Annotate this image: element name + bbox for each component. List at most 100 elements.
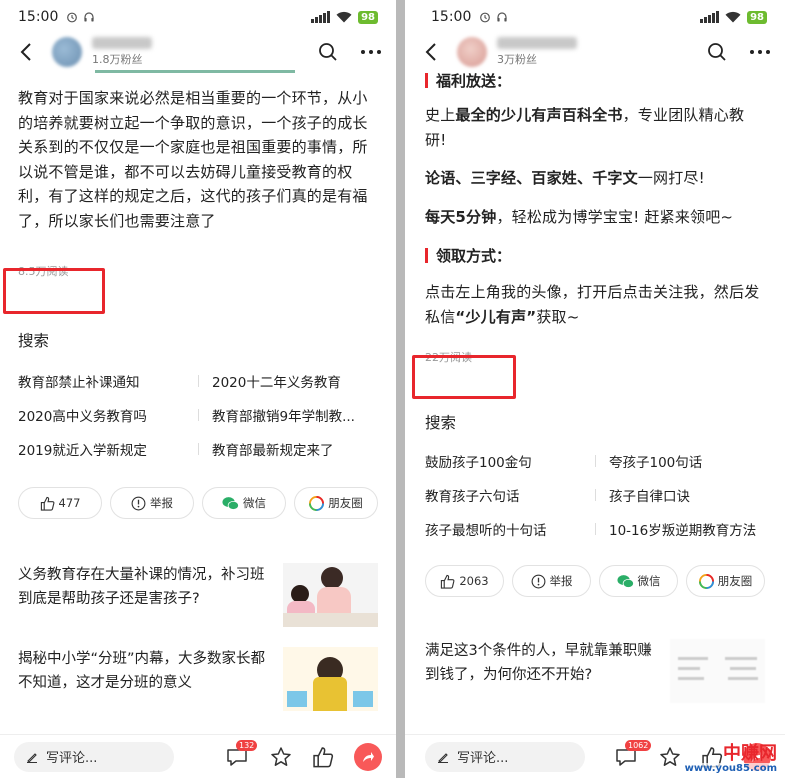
back-icon[interactable] (419, 40, 443, 64)
like-count: 477 (58, 496, 81, 510)
search-icon[interactable] (318, 42, 338, 62)
watermark: 中赚网 www.you85.com (684, 743, 777, 774)
search-suggestion[interactable]: 孩子最想听的十句话 (425, 519, 595, 539)
search-suggestions: 教育部禁止补课通知 2020十二年义务教育 2020高中义务教育吗 教育部撤销9… (18, 371, 378, 459)
alarm-icon (480, 12, 491, 23)
thumbs-up-icon[interactable] (312, 746, 334, 768)
recommended-article-thumbnail (283, 563, 378, 627)
moments-icon (309, 495, 325, 511)
comment-count-badge: 1062 (625, 739, 652, 751)
wechat-label: 微信 (637, 574, 661, 588)
recommended-article[interactable]: 揭秘中小学“分班”内幕，大多数家长都不知道，这才是分班的意义 (18, 647, 378, 711)
report-button[interactable]: 举报 (110, 487, 194, 519)
search-suggestion[interactable]: 夸孩子100句话 (595, 451, 765, 471)
search-suggestion[interactable]: 10-16岁叛逆期教育方法 (595, 519, 765, 539)
search-suggestion[interactable]: 孩子自律口诀 (595, 485, 765, 505)
article-paragraph: 教育对于国家来说必然是相当重要的一个环节，从小的培养就要树立起一个争取的意识，一… (18, 89, 368, 230)
more-icon[interactable] (360, 49, 382, 55)
search-section-title: 搜索 (18, 332, 50, 350)
battery-icon: 98 (747, 10, 767, 24)
signal-icon (700, 11, 720, 23)
like-button[interactable]: 2063 (425, 565, 504, 597)
author-avatar[interactable] (457, 37, 487, 67)
author-avatar[interactable] (52, 37, 82, 67)
battery-icon: 98 (358, 10, 378, 24)
report-label: 举报 (549, 574, 573, 588)
search-suggestion[interactable]: 鼓励孩子100金句 (425, 451, 595, 471)
report-icon (131, 496, 146, 510)
search-suggestion[interactable]: 教育部禁止补课通知 (18, 371, 198, 391)
article-header: 1.8万粉丝 (0, 34, 396, 70)
section-heading: 福利放送： (425, 70, 765, 91)
like-button[interactable]: 477 (18, 487, 102, 519)
article-actions: 477 举报 微信 朋友圈 (18, 487, 378, 519)
article-paragraph: 点击左上角我的头像，打开后点击关注我，然后发私信“少儿有声”获取~ (425, 283, 760, 326)
author-name-blurred (497, 37, 577, 49)
search-suggestion[interactable]: 教育部撤销9年学制教... (198, 405, 378, 425)
search-suggestion[interactable]: 教育部最新规定来了 (198, 439, 378, 459)
search-icon[interactable] (707, 42, 727, 62)
search-suggestion[interactable]: 2019就近入学新规定 (18, 439, 198, 459)
more-icon[interactable] (749, 49, 771, 55)
signal-icon (311, 11, 331, 23)
headset-icon (84, 12, 94, 22)
star-icon[interactable] (270, 746, 292, 768)
wechat-share-button[interactable]: 微信 (202, 487, 286, 519)
moments-label: 朋友圈 (328, 496, 363, 510)
pen-icon (27, 752, 37, 763)
bottom-bar: 写评论... 132 (0, 734, 396, 778)
highlight-box (412, 355, 516, 399)
right-phone-screen: 15:00 98 3万粉丝 福利放送： 史上最全的少儿有声百科全书，专业团队精心… (405, 0, 785, 778)
share-icon (363, 751, 374, 762)
wechat-share-button[interactable]: 微信 (599, 565, 678, 597)
moments-share-button[interactable]: 朋友圈 (686, 565, 765, 597)
section-heading: 领取方式： (425, 245, 765, 266)
report-button[interactable]: 举报 (512, 565, 591, 597)
recommended-article[interactable]: 义务教育存在大量补课的情况，补习班到底是帮助孩子还是害孩子? (18, 563, 378, 627)
comment-input[interactable]: 写评论... (14, 741, 174, 772)
headset-icon (497, 12, 507, 22)
article-actions: 2063 举报 微信 朋友圈 (425, 565, 765, 597)
image-edge (95, 70, 295, 73)
recommended-article-thumbnail (283, 647, 378, 711)
author-info[interactable]: 3万粉丝 (497, 37, 577, 67)
status-time: 15:00 (431, 9, 472, 25)
comments-button[interactable]: 1062 (613, 739, 652, 770)
article-paragraph: 每天5分钟，轻松成为博学宝宝! 赶紧来领吧~ (425, 207, 734, 226)
recommended-article-title: 义务教育存在大量补课的情况，补习班到底是帮助孩子还是害孩子? (18, 567, 265, 607)
left-phone-screen: 15:00 98 1.8万粉丝 教育对于国家来说必然是相当重要的一个环节，从小的… (0, 0, 396, 778)
moments-share-button[interactable]: 朋友圈 (294, 487, 378, 519)
comment-input[interactable]: 写评论... (425, 741, 585, 772)
report-label: 举报 (150, 496, 173, 510)
recommended-article[interactable]: 满足这3个条件的人，早就靠兼职赚到钱了，为何你还不开始? (425, 639, 765, 703)
wifi-icon (725, 11, 741, 23)
wechat-icon (222, 496, 239, 510)
search-suggestion[interactable]: 2020十二年义务教育 (198, 371, 378, 391)
moments-label: 朋友圈 (717, 574, 753, 588)
section-heading-text: 领取方式： (436, 247, 512, 265)
wifi-icon (336, 11, 352, 23)
recommended-article-title: 揭秘中小学“分班”内幕，大多数家长都不知道，这才是分班的意义 (18, 651, 266, 691)
star-icon[interactable] (659, 746, 681, 768)
search-suggestions: 鼓励孩子100金句 夸孩子100句话 教育孩子六句话 孩子自律口诀 孩子最想听的… (425, 451, 765, 539)
back-icon[interactable] (14, 40, 38, 64)
status-bar: 15:00 98 (405, 0, 785, 34)
recommended-article-thumbnail (670, 639, 765, 703)
watermark-text: 中赚网 (723, 743, 777, 764)
status-time: 15:00 (18, 9, 59, 25)
author-fans: 1.8万粉丝 (92, 53, 143, 66)
article-paragraph: 史上最全的少儿有声百科全书，专业团队精心教研! (425, 106, 745, 149)
section-heading-text: 福利放送： (436, 72, 512, 90)
report-icon (531, 574, 545, 588)
search-suggestion[interactable]: 2020高中义务教育吗 (18, 405, 198, 425)
search-suggestion[interactable]: 教育孩子六句话 (425, 485, 595, 505)
share-button[interactable] (354, 742, 382, 771)
article-header: 3万粉丝 (405, 34, 785, 70)
pen-icon (438, 752, 448, 763)
highlight-box (3, 268, 105, 314)
article-paragraph: 论语、三字经、百家姓、千字文一网打尽! (425, 169, 705, 187)
author-info[interactable]: 1.8万粉丝 (92, 37, 152, 67)
watermark-url: www.you85.com (684, 763, 777, 774)
comments-button[interactable]: 132 (224, 739, 258, 770)
status-bar: 15:00 98 (0, 0, 396, 34)
